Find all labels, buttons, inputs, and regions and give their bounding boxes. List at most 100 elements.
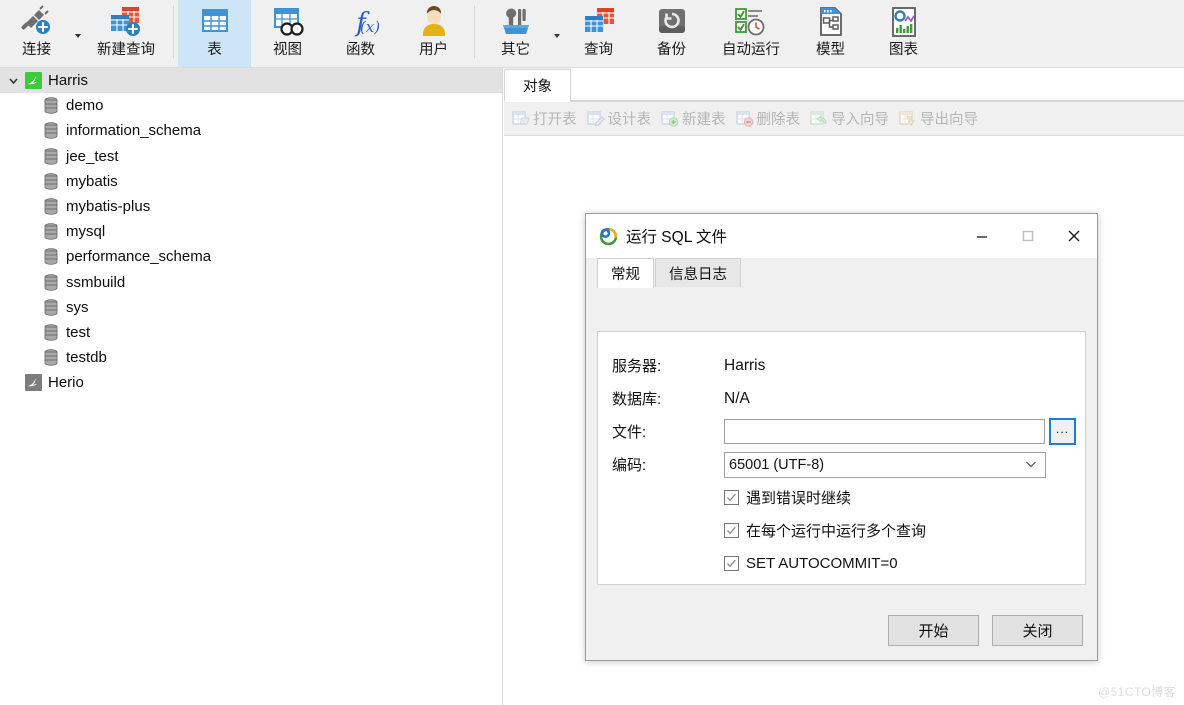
checkbox-continue-on-error[interactable] [724, 490, 739, 505]
tab-label: 信息日志 [669, 266, 727, 283]
checkbox-row-autocommit[interactable]: SET AUTOCOMMIT=0 [598, 547, 1085, 580]
toolbar-button-table[interactable]: 表 [178, 0, 251, 67]
table-icon [195, 5, 235, 39]
export-wizard-icon [899, 110, 917, 127]
tree-item-connection-herio[interactable]: Herio [0, 370, 502, 395]
checkbox-multi-query[interactable] [724, 523, 739, 538]
new-query-icon [106, 5, 146, 39]
connection-icon-connected [22, 72, 44, 90]
dialog-titlebar[interactable]: 运行 SQL 文件 [586, 214, 1097, 258]
toolbar-label: 删除表 [756, 112, 801, 128]
object-tabbar: 对象 [504, 68, 1184, 102]
delete-table-icon [735, 110, 754, 127]
toolbar-label: 设计表 [607, 112, 652, 128]
toolbar-label: 备份 [657, 42, 686, 58]
start-button[interactable]: 开始 [888, 614, 979, 646]
tab-label: 对象 [523, 79, 552, 95]
close-icon[interactable] [1051, 214, 1097, 258]
toolbar-label: 新建查询 [97, 42, 155, 58]
minimize-icon[interactable] [959, 214, 1005, 258]
maximize-icon[interactable] [1005, 214, 1051, 258]
run-sql-form: 服务器: Harris 数据库: N/A 文件: ... 编码: 65001 (… [598, 332, 1085, 580]
connect-dropdown-caret[interactable] [73, 0, 83, 67]
design-table-button[interactable]: 设计表 [586, 108, 652, 129]
open-table-button[interactable]: 打开表 [512, 108, 577, 129]
delete-table-button[interactable]: 删除表 [735, 108, 801, 129]
tree-item-database[interactable]: mybatis-plus [0, 194, 502, 219]
toolbar-button-new-query[interactable]: 新建查询 [83, 0, 169, 67]
form-row-encoding: 编码: 65001 (UTF-8) [598, 448, 1085, 481]
toolbar-button-automation[interactable]: 自动运行 [708, 0, 794, 67]
toolbar-label: 视图 [273, 42, 302, 58]
toolbar-label: 其它 [501, 42, 530, 58]
checkbox-row-continue-on-error[interactable]: 遇到错误时继续 [598, 481, 1085, 514]
application-window: 连接 新建查询 表 视图 f (x) 函数 用户 其它 查询 备份 自动运行 模… [0, 0, 1184, 705]
tree-item-database[interactable]: mybatis [0, 169, 502, 194]
tree-item-database[interactable]: information_schema [0, 118, 502, 143]
tree-item-label: mybatis [66, 172, 118, 190]
tree-item-connection-harris[interactable]: Harris [0, 68, 502, 94]
checkbox-label: SET AUTOCOMMIT=0 [746, 555, 898, 572]
database-icon [40, 173, 62, 190]
close-button[interactable]: 关闭 [992, 614, 1083, 646]
tree-item-label: performance_schema [66, 248, 212, 266]
new-table-button[interactable]: 新建表 [661, 108, 726, 129]
new-table-icon [661, 110, 679, 127]
general-tab-panel: 服务器: Harris 数据库: N/A 文件: ... 编码: 65001 (… [597, 331, 1086, 585]
tab-object[interactable]: 对象 [504, 69, 571, 102]
toolbar-button-chart[interactable]: 图表 [867, 0, 940, 67]
tab-message-log[interactable]: 信息日志 [655, 258, 741, 287]
form-row-server: 服务器: Harris [598, 349, 1085, 382]
toolbar-group-objects: 表 视图 f (x) 函数 用户 [178, 0, 470, 67]
connect-icon [17, 5, 57, 39]
chevron-down-icon [1025, 457, 1037, 473]
tree-item-database[interactable]: ssmbuild [0, 270, 502, 295]
database-value: N/A [724, 389, 750, 407]
toolbar-button-backup[interactable]: 备份 [635, 0, 708, 67]
server-value: Harris [724, 356, 766, 374]
toolbar-label: 用户 [419, 42, 448, 58]
tree-item-label: Harris [48, 72, 88, 90]
tree-item-database[interactable]: demo [0, 93, 502, 118]
toolbar-label: 函数 [346, 42, 375, 58]
server-label: 服务器: [612, 358, 662, 375]
encoding-select[interactable]: 65001 (UTF-8) [724, 451, 1046, 478]
toolbar-button-model[interactable]: 模型 [794, 0, 867, 67]
tree-item-label: demo [66, 97, 104, 115]
toolbar-label: 自动运行 [722, 42, 780, 58]
toolbar-group-tools: 其它 查询 备份 自动运行 模型 图表 [479, 0, 940, 67]
chevron-down-icon[interactable] [4, 75, 22, 86]
tree-item-database[interactable]: testdb [0, 345, 502, 370]
tree-item-database[interactable]: jee_test [0, 144, 502, 169]
toolbar-button-user[interactable]: 用户 [397, 0, 470, 67]
other-tools-icon [496, 5, 536, 39]
toolbar-button-other[interactable]: 其它 [479, 0, 552, 67]
toolbar-separator-2 [474, 6, 475, 58]
connection-tree-sidebar[interactable]: Harris demo information_schema jee_test … [0, 68, 503, 705]
encoding-label: 编码: [612, 457, 647, 474]
tab-general[interactable]: 常规 [597, 258, 654, 288]
database-icon [40, 223, 62, 240]
toolbar-separator-1 [173, 6, 174, 58]
export-wizard-button[interactable]: 导出向导 [899, 108, 978, 129]
main-toolbar: 连接 新建查询 表 视图 f (x) 函数 用户 其它 查询 备份 自动运行 模… [0, 0, 1184, 68]
tree-item-database[interactable]: sys [0, 295, 502, 320]
function-icon: f (x) [341, 5, 381, 39]
form-row-database: 数据库: N/A [598, 382, 1085, 415]
toolbar-button-view[interactable]: 视图 [251, 0, 324, 67]
file-path-input[interactable] [724, 419, 1045, 444]
other-dropdown-caret[interactable] [552, 0, 562, 67]
tree-item-database[interactable]: test [0, 320, 502, 345]
dialog-tabstrip: 常规 信息日志 [586, 258, 1097, 288]
toolbar-button-function[interactable]: f (x) 函数 [324, 0, 397, 67]
tree-item-database[interactable]: mysql [0, 219, 502, 244]
watermark: @51CTO博客 [1098, 685, 1176, 699]
browse-file-button[interactable]: ... [1049, 418, 1076, 445]
checkbox-set-autocommit[interactable] [724, 556, 739, 571]
import-wizard-button[interactable]: 导入向导 [810, 108, 889, 129]
checkbox-row-multi-query[interactable]: 在每个运行中运行多个查询 [598, 514, 1085, 547]
tree-item-database[interactable]: performance_schema [0, 244, 502, 269]
toolbar-button-connect[interactable]: 连接 [0, 0, 73, 67]
tree-item-label: information_schema [66, 122, 202, 140]
toolbar-button-query[interactable]: 查询 [562, 0, 635, 67]
